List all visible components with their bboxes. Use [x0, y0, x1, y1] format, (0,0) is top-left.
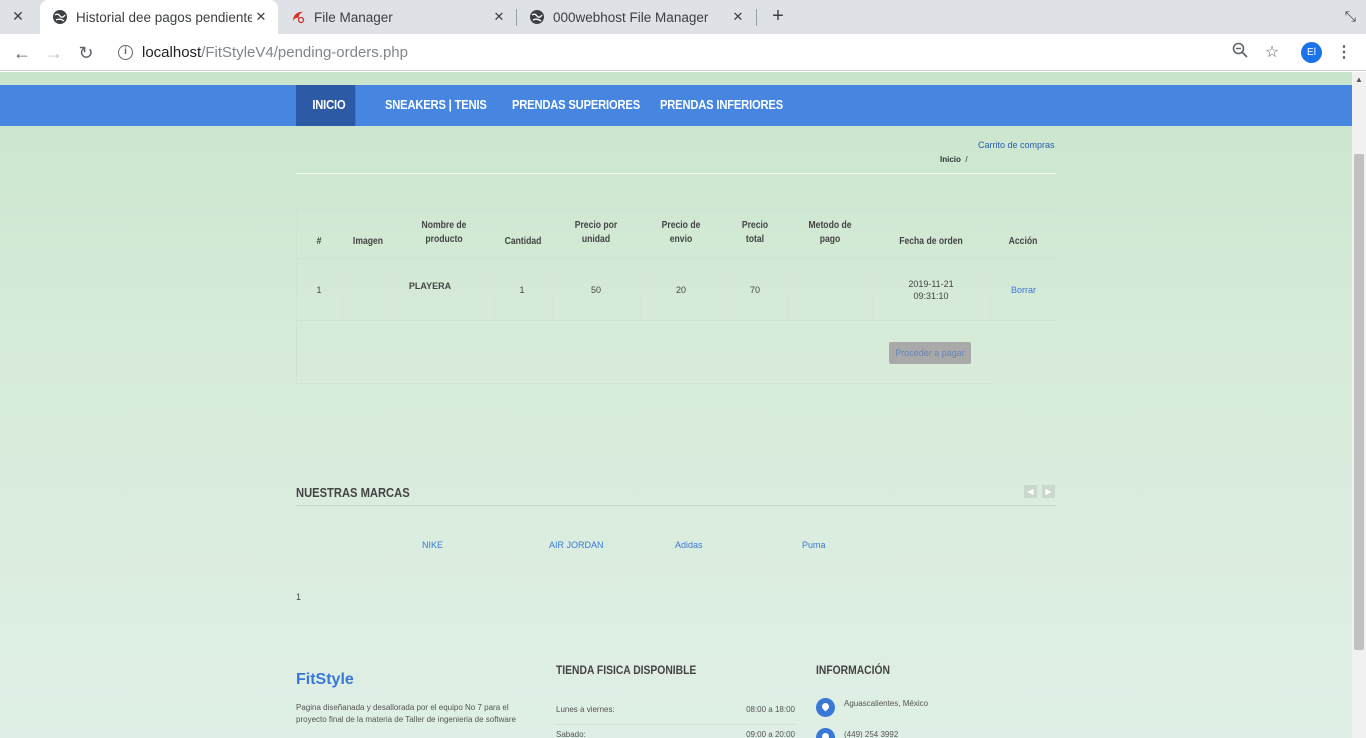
chevron-right-icon[interactable]: ▶	[1042, 485, 1055, 498]
hours-row: Sabado: 09:00 a 20:00	[556, 730, 795, 738]
hours-time: 08:00 a 18:00	[746, 705, 795, 714]
orders-footer-panel	[296, 321, 992, 384]
tab-title: File Manager	[314, 9, 393, 25]
site-info-icon[interactable]: i	[118, 45, 133, 60]
forward-icon[interactable]: →	[43, 42, 65, 64]
location-pin-icon	[816, 698, 835, 717]
close-icon[interactable]: ✕	[252, 9, 270, 25]
cell-unit-price: 50	[590, 285, 601, 295]
column-divider	[722, 209, 723, 321]
table-header-precio-unidad: Precio por unidad	[574, 220, 618, 245]
cell-total: 70	[749, 285, 760, 295]
browser-toolbar: ← → ↻ i localhost/FitStyleV4/pending-ord…	[0, 34, 1366, 71]
breadcrumb-separator: /	[965, 155, 968, 164]
scroll-up-icon[interactable]: ▲	[1355, 75, 1363, 84]
brand-link-nike[interactable]: NIKE	[422, 540, 443, 550]
nav-item-prendas-inferiores[interactable]: PRENDAS INFERIORES	[660, 85, 783, 126]
nav-item-prendas-superiores[interactable]: PRENDAS SUPERIORES	[512, 85, 640, 126]
table-header-fecha: Fecha de orden	[899, 236, 963, 247]
tab-separator	[756, 9, 757, 26]
close-icon[interactable]: ✕	[490, 9, 508, 25]
store-title: TIENDA FISICA DISPONIBLE	[556, 663, 697, 677]
chevron-left-icon[interactable]: ◀	[1024, 485, 1037, 498]
avatar[interactable]: El	[1301, 42, 1322, 63]
column-divider	[394, 209, 395, 321]
column-divider	[640, 209, 641, 321]
address-bar[interactable]: i localhost/FitStyleV4/pending-orders.ph…	[112, 38, 1292, 67]
column-divider	[552, 209, 553, 321]
cell-quantity: 1	[519, 285, 525, 295]
hours-day: Lunes a viernes:	[556, 705, 615, 714]
column-divider	[494, 209, 495, 321]
footer-brand: FitStyle	[296, 671, 354, 688]
footer-description: Pagina diseñanada y desallorada por el e…	[296, 703, 516, 724]
divider	[296, 505, 1056, 506]
table-header-accion: Acción	[1008, 236, 1038, 247]
close-icon[interactable]: ✕	[729, 9, 747, 25]
table-header-precio-envio: Precio de envio	[661, 220, 701, 245]
reload-icon[interactable]: ↻	[75, 42, 97, 64]
divider	[556, 724, 795, 725]
info-phone: (449) 254 3992	[844, 730, 899, 738]
cell-product: PLAYERA	[408, 281, 452, 291]
globe-icon	[52, 9, 68, 25]
breadcrumb: Inicio /	[940, 155, 968, 164]
hours-row: Lunes a viernes: 08:00 a 18:00	[556, 705, 795, 714]
phone-icon	[816, 728, 835, 738]
table-header-nombre: Nombre de producto	[421, 220, 467, 245]
scrollbar-thumb[interactable]	[1354, 154, 1364, 650]
globe-icon	[529, 9, 545, 25]
restore-window-icon[interactable]: ⤡	[1345, 8, 1356, 25]
tab-000webhost[interactable]: 000webhost File Manager ✕	[517, 0, 755, 34]
divider	[296, 173, 1056, 174]
url-text: localhost/FitStyleV4/pending-orders.php	[142, 44, 408, 61]
cell-time: 09:31:10	[913, 291, 949, 301]
proceed-to-pay-button[interactable]: Proceder a pagar	[889, 342, 971, 364]
browser-tab-strip: ✕ Historial dee pagos pendientes ✕ File …	[0, 0, 1366, 34]
column-divider	[342, 209, 343, 321]
table-header-metodo-pago: Metodo de pago	[808, 220, 852, 245]
nav-item-sneakers[interactable]: SNEAKERS | TENIS	[385, 85, 487, 126]
table-header-precio-total: Precio total	[741, 220, 769, 245]
table-row-divider	[296, 258, 1056, 259]
hours-day: Sabado:	[556, 730, 586, 738]
tab-title: 000webhost File Manager	[553, 9, 709, 25]
delete-order-link[interactable]: Borrar	[1011, 285, 1036, 295]
hours-time: 09:00 a 20:00	[746, 730, 795, 738]
column-divider	[872, 209, 873, 321]
brands-page-number[interactable]: 1	[296, 592, 301, 602]
main-nav: INICIO SNEAKERS | TENIS PRENDAS SUPERIOR…	[0, 85, 1352, 126]
column-divider	[788, 209, 789, 321]
brands-title: NUESTRAS MARCAS	[296, 485, 410, 500]
tab-file-manager[interactable]: File Manager ✕	[278, 0, 516, 34]
brand-link-puma[interactable]: Puma	[802, 540, 826, 550]
cell-date: 2019-11-21	[908, 279, 954, 289]
file-manager-icon	[290, 9, 306, 25]
column-divider	[990, 209, 991, 321]
cart-link[interactable]: Carrito de compras	[978, 140, 1055, 150]
zoom-icon[interactable]	[1229, 42, 1251, 64]
page-content: INICIO SNEAKERS | TENIS PRENDAS SUPERIOR…	[0, 72, 1352, 738]
tab-search-close-icon[interactable]: ✕	[10, 8, 26, 24]
table-header-imagen: Imagen	[352, 236, 384, 247]
table-header-num: #	[316, 236, 322, 247]
tab-title: Historial dee pagos pendientes	[76, 9, 252, 25]
new-tab-icon[interactable]: +	[768, 6, 788, 26]
scrollbar[interactable]: ▲	[1352, 72, 1366, 738]
nav-item-inicio[interactable]: INICIO	[296, 85, 356, 126]
brand-link-air-jordan[interactable]: AIR JORDAN	[549, 540, 604, 550]
breadcrumb-home[interactable]: Inicio	[940, 155, 961, 164]
cell-shipping: 20	[675, 285, 686, 295]
cell-num: 1	[316, 285, 322, 295]
tab-historial[interactable]: Historial dee pagos pendientes ✕	[40, 0, 278, 34]
info-location: Aguascalientes, México	[844, 699, 929, 708]
bookmark-star-icon[interactable]: ☆	[1261, 42, 1283, 64]
brand-link-adidas[interactable]: Adidas	[675, 540, 703, 550]
back-icon[interactable]: ←	[11, 42, 33, 64]
browser-menu-icon[interactable]: ⋮	[1333, 42, 1355, 64]
table-header-cantidad: Cantidad	[504, 236, 542, 247]
info-title: INFORMACIÓN	[816, 663, 890, 677]
